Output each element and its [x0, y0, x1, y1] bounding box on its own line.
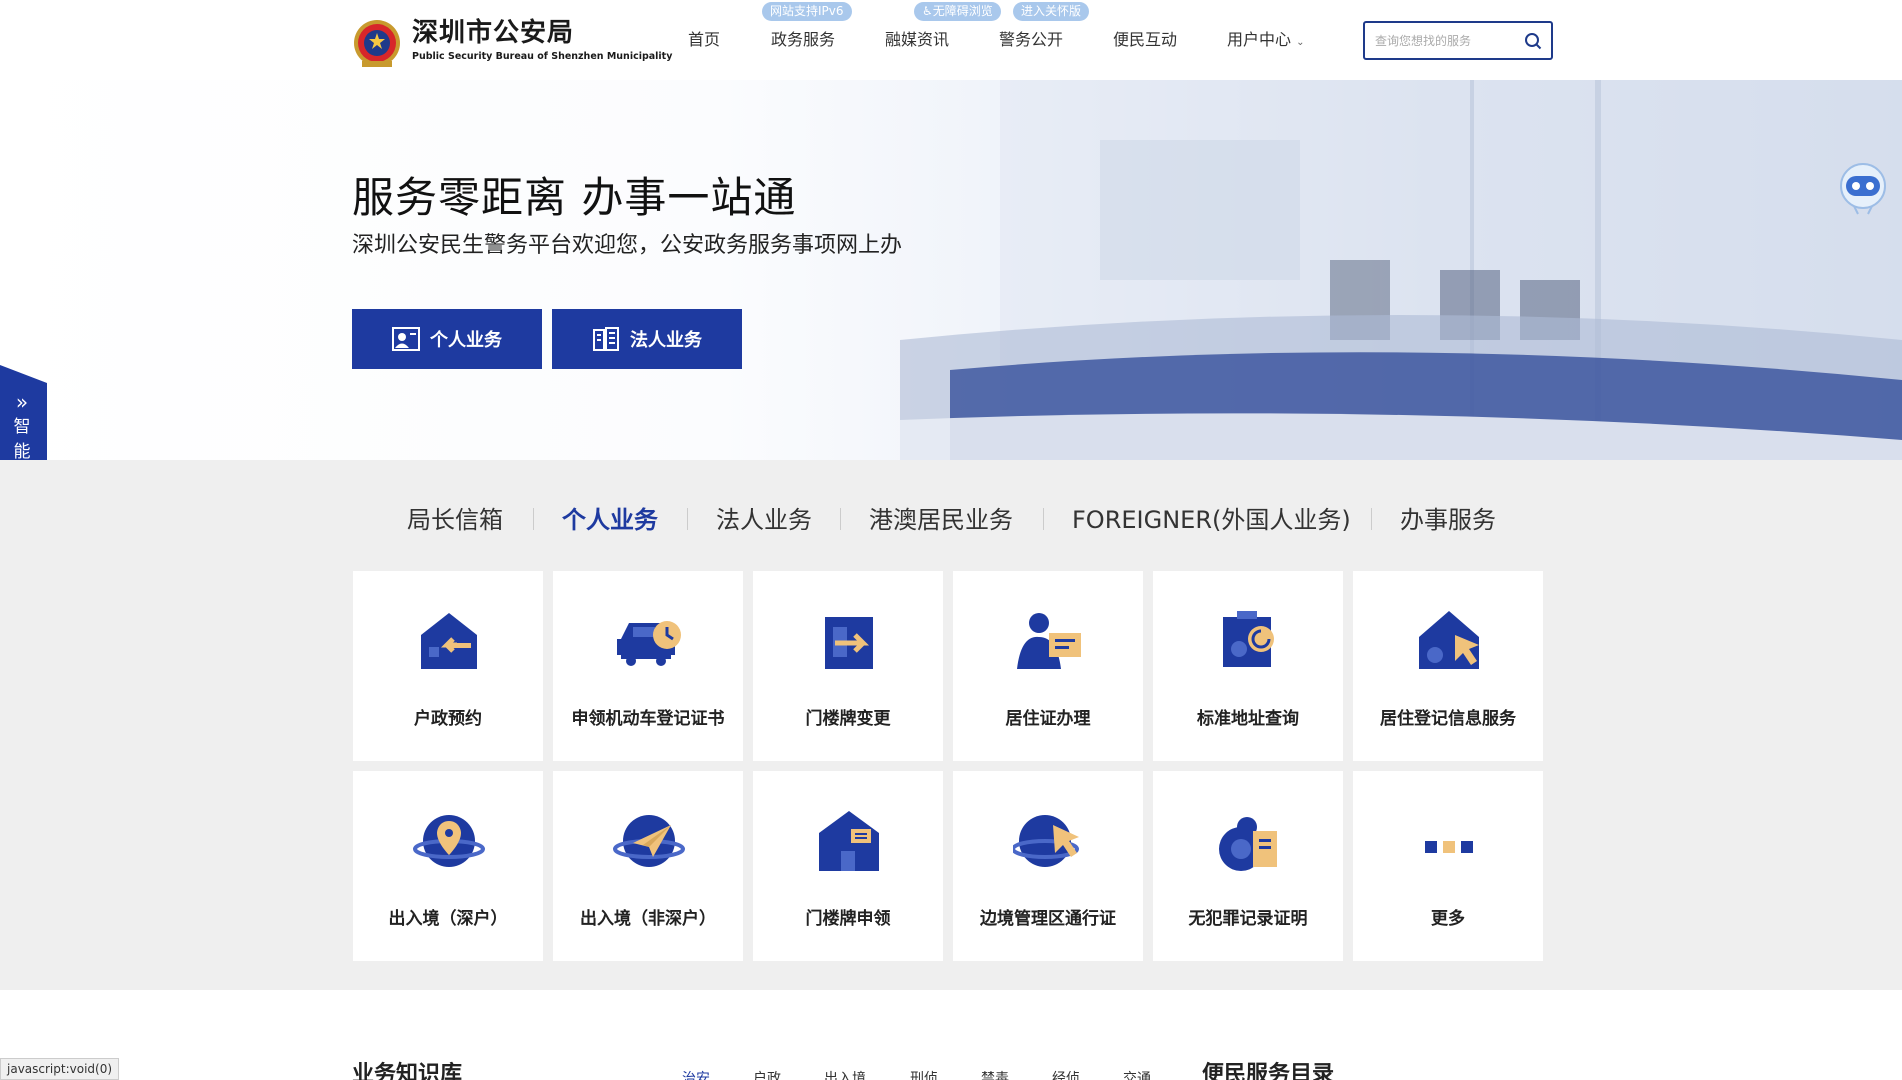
nav-user-center-label: 用户中心 [1227, 30, 1292, 49]
service-card-exit-entry-local[interactable]: 出入境（深户） [353, 771, 543, 961]
person-card-icon [1017, 613, 1081, 669]
ipv6-badge[interactable]: 网站支持IPv6 [762, 2, 852, 21]
kb-tab-exit-entry[interactable]: 出入境 [824, 1068, 866, 1080]
site-logo[interactable]: 深圳市公安局 Public Security Bureau of Shenzhe… [352, 14, 672, 68]
kb-tab-narcotics[interactable]: 禁毒 [981, 1068, 1009, 1080]
accessibility-badge[interactable]: ♿无障碍浏览 [914, 2, 1001, 21]
service-card-label: 居住证办理 [1005, 709, 1091, 729]
tab-foreigner-business[interactable]: FOREIGNER(外国人业务) [1072, 500, 1351, 535]
kb-tab-economic[interactable]: 经侦 [1052, 1068, 1080, 1080]
kb-tab-household[interactable]: 户政 [753, 1068, 781, 1080]
service-card-label: 出入境（深户） [388, 909, 508, 929]
tab-divider [840, 508, 841, 530]
shield-doc-icon [1219, 817, 1277, 871]
service-card-no-crime-certificate[interactable]: 无犯罪记录证明 [1153, 771, 1343, 961]
hero-banner: 服务零距离 办事一站通 深圳公安民生警务平台欢迎您，公安政务服务事项网上办 个人… [0, 80, 1902, 460]
accessibility-icon: ♿ [922, 4, 933, 18]
service-card-label: 出入境（非深户） [580, 909, 716, 929]
nav-home[interactable]: 首页 [688, 26, 720, 50]
service-card-label: 户政预约 [414, 709, 482, 729]
nav-user-center[interactable]: 用户中心 ⌄ [1227, 26, 1305, 50]
globe-cursor-icon [1013, 815, 1079, 867]
site-header: 深圳市公安局 Public Security Bureau of Shenzhe… [0, 0, 1902, 80]
logo-title: 深圳市公安局 [412, 18, 575, 48]
house-arrow-icon [421, 613, 477, 669]
service-card-label: 门楼牌申领 [805, 909, 891, 929]
globe-pin-icon [413, 815, 485, 867]
tab-divider [1371, 508, 1372, 530]
nav-police-public[interactable]: 警务公开 [999, 26, 1063, 50]
double-chevron-right-icon: » [15, 390, 29, 414]
service-card-address-query[interactable]: 标准地址查询 [1153, 571, 1343, 761]
service-card-label: 申领机动车登记证书 [571, 709, 725, 729]
chevron-down-icon: ⌄ [1296, 37, 1305, 48]
service-tabs: 局长信箱 个人业务 法人业务 港澳居民业务 FOREIGNER(外国人业务) 办… [0, 500, 1902, 540]
building-door-icon [819, 811, 879, 871]
nav-interaction[interactable]: 便民互动 [1113, 26, 1177, 50]
page: 深圳市公安局 Public Security Bureau of Shenzhe… [0, 0, 1902, 1080]
accessibility-label: 无障碍浏览 [932, 4, 993, 18]
building-icon [593, 327, 619, 351]
tab-divider [687, 508, 688, 530]
service-card-label: 标准地址查询 [1197, 709, 1299, 729]
hero-title: 服务零距离 办事一站通 [352, 173, 797, 222]
service-card-doorplate-apply[interactable]: 门楼牌申领 [753, 771, 943, 961]
tab-hk-macao-business[interactable]: 港澳居民业务 [869, 500, 1013, 535]
service-card-doorplate-change[interactable]: 门楼牌变更 [753, 571, 943, 761]
robot-assistant-icon[interactable] [1836, 162, 1890, 216]
service-card-more[interactable]: 更多 [1353, 771, 1543, 961]
search-input[interactable] [1365, 23, 1515, 58]
service-card-exit-entry-nonlocal[interactable]: 出入境（非深户） [553, 771, 743, 961]
tab-personal-business[interactable]: 个人业务 [562, 500, 658, 535]
service-card-label: 居住登记信息服务 [1380, 709, 1516, 729]
care-mode-badge[interactable]: 进入关怀版 [1013, 2, 1090, 21]
door-arrow-icon [825, 617, 873, 669]
service-card-household-appointment[interactable]: 户政预约 [353, 571, 543, 761]
police-emblem-icon [354, 20, 400, 67]
kb-tab-traffic[interactable]: 交通 [1123, 1068, 1151, 1080]
tab-legal-business[interactable]: 法人业务 [716, 500, 812, 535]
service-card-label: 门楼牌变更 [805, 709, 891, 729]
service-card-label: 无犯罪记录证明 [1188, 909, 1308, 929]
service-card-label: 边境管理区通行证 [980, 909, 1116, 929]
tab-divider [533, 508, 534, 530]
globe-plane-icon [613, 815, 685, 867]
search-box [1363, 21, 1553, 60]
hero-background-image [900, 80, 1902, 460]
kb-tab-criminal[interactable]: 刑侦 [910, 1068, 938, 1080]
smart-push-char: 智 [13, 417, 31, 437]
tab-director-mailbox[interactable]: 局长信箱 [407, 500, 503, 535]
service-card-vehicle-certificate[interactable]: 申领机动车登记证书 [553, 571, 743, 761]
logo-subtitle: Public Security Bureau of Shenzhen Munic… [412, 51, 673, 62]
legal-business-button[interactable]: 法人业务 [552, 309, 742, 369]
tab-handling-services[interactable]: 办事服务 [1400, 500, 1496, 535]
kb-tab-security[interactable]: 治安 [682, 1068, 710, 1080]
personal-business-button[interactable]: 个人业务 [352, 309, 542, 369]
service-card-residence-registration[interactable]: 居住登记信息服务 [1353, 571, 1543, 761]
service-card-residence-permit[interactable]: 居住证办理 [953, 571, 1143, 761]
legal-business-label: 法人业务 [630, 330, 702, 351]
person-card-icon [392, 327, 420, 351]
car-clock-icon [617, 621, 681, 666]
house-cursor-icon [1419, 611, 1479, 669]
knowledge-base-title: 业务知识库 [352, 1062, 463, 1080]
browser-status-bar: javascript:void(0) [0, 1058, 120, 1080]
nav-gov-services[interactable]: 政务服务 [771, 26, 835, 50]
nav-media-news[interactable]: 融媒资讯 [885, 26, 949, 50]
tab-divider [1043, 508, 1044, 530]
service-card-label: 更多 [1431, 909, 1465, 929]
service-directory-title: 便民服务目录 [1202, 1062, 1335, 1080]
search-icon[interactable] [1524, 32, 1542, 50]
hero-subtitle: 深圳公安民生警务平台欢迎您，公安政务服务事项网上办 [352, 233, 903, 258]
more-dots-icon [1425, 841, 1473, 853]
service-card-border-pass[interactable]: 边境管理区通行证 [953, 771, 1143, 961]
address-refresh-icon [1223, 611, 1274, 667]
personal-business-label: 个人业务 [430, 330, 502, 351]
